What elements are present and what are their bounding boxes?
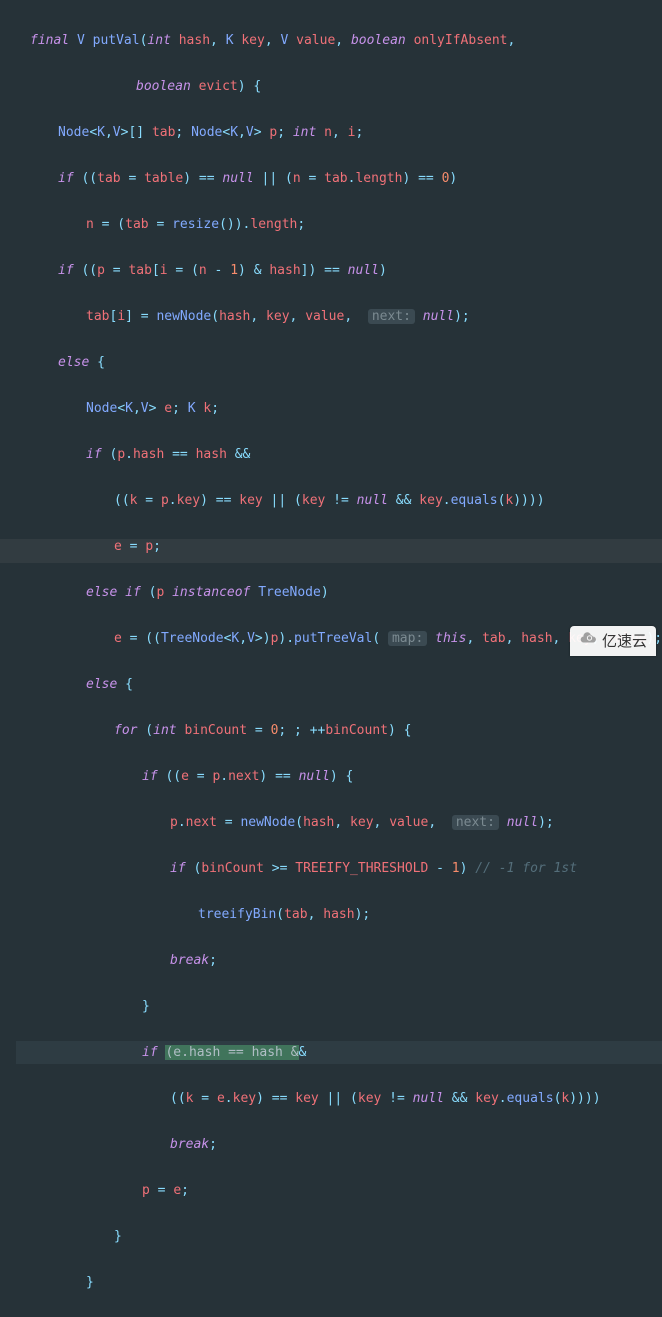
code-line: else { (16, 673, 662, 696)
code-line: ((k = p.key) == key || (key != null && k… (16, 489, 662, 512)
code-line: treeifyBin(tab, hash); (16, 903, 662, 926)
code-line: if (binCount >= TREEIFY_THRESHOLD - 1) /… (16, 857, 662, 880)
code-line: boolean evict) { (16, 75, 662, 98)
code-line: if (p.hash == hash && (16, 443, 662, 466)
code-line: } (16, 995, 662, 1018)
code-line: if ((tab = table) == null || (n = tab.le… (16, 167, 662, 190)
code-line: Node<K,V> e; K k; (16, 397, 662, 420)
cloud-icon (579, 629, 597, 654)
code-line: p = e; (16, 1179, 662, 1202)
code-line: p.next = newNode(hash, key, value, next:… (16, 811, 662, 834)
code-line: Node<K,V>[] tab; Node<K,V> p; int n, i; (16, 121, 662, 144)
code-editor: final V putVal(int hash, K key, V value,… (0, 0, 662, 1317)
code-line: for (int binCount = 0; ; ++binCount) { (16, 719, 662, 742)
code-line: else { (16, 351, 662, 374)
code-line: n = (tab = resize()).length; (16, 213, 662, 236)
code-line: if ((e = p.next) == null) { (16, 765, 662, 788)
watermark-badge: 亿速云 (570, 626, 656, 656)
code-line: break; (16, 949, 662, 972)
watermark-text: 亿速云 (602, 630, 647, 653)
code-line: if ((p = tab[i = (n - 1) & hash]) == nul… (16, 259, 662, 282)
code-line: e = p; (16, 535, 662, 558)
inlay-hint: map: (388, 631, 427, 646)
code-line: } (16, 1271, 662, 1294)
code-line: e = ((TreeNode<K,V>)p).putTreeVal( map: … (16, 627, 662, 650)
code-line: final V putVal(int hash, K key, V value,… (16, 29, 662, 52)
inlay-hint: next: (452, 815, 499, 830)
selection: (e.hash == hash & (165, 1045, 298, 1060)
code-line: tab[i] = newNode(hash, key, value, next:… (16, 305, 662, 328)
inlay-hint: next: (368, 309, 415, 324)
code-line: ((k = e.key) == key || (key != null && k… (16, 1087, 662, 1110)
code-line: break; (16, 1133, 662, 1156)
code-line: else if (p instanceof TreeNode) (16, 581, 662, 604)
code-line: if (e.hash == hash && (16, 1041, 662, 1064)
code-line: } (16, 1225, 662, 1248)
